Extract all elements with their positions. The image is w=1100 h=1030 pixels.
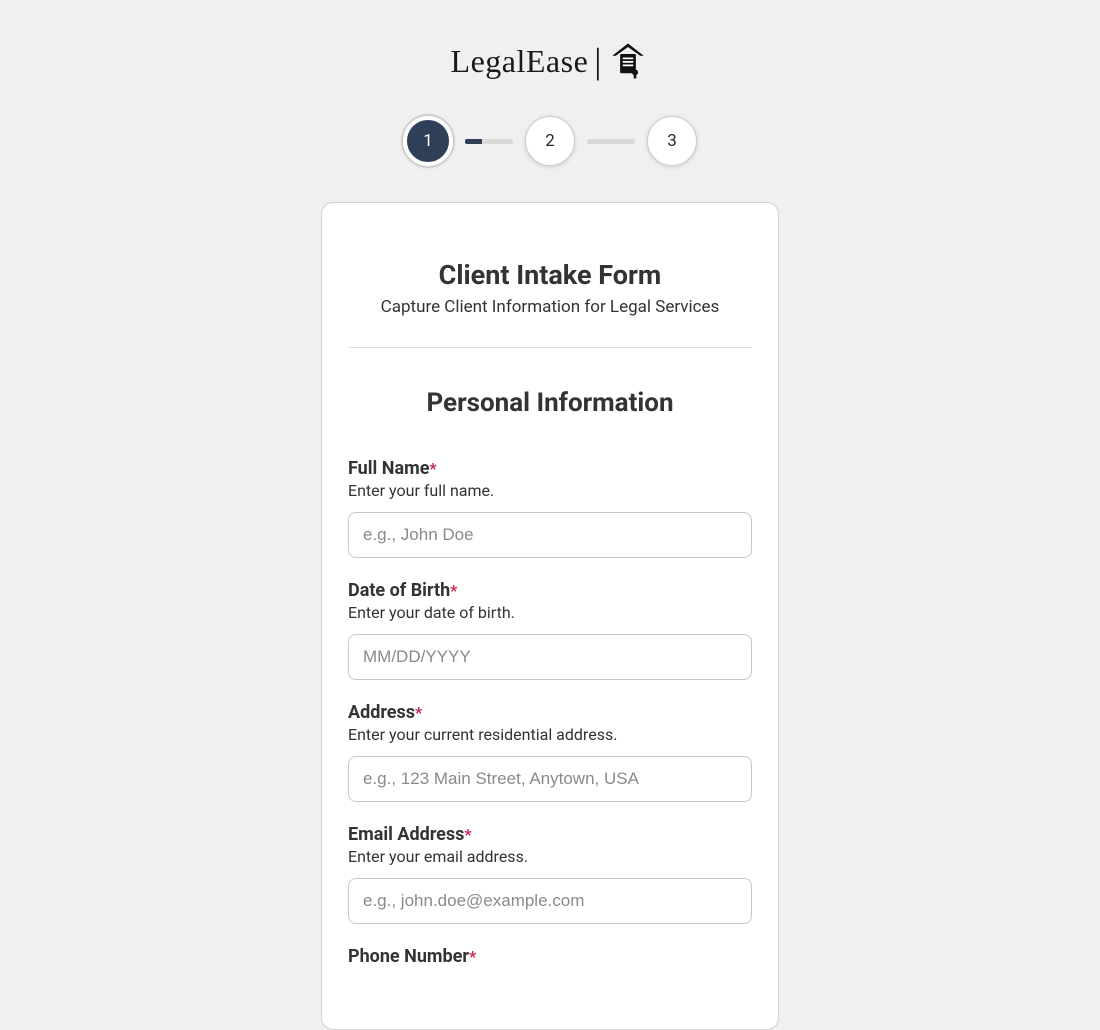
step-connector-1-fill bbox=[465, 139, 482, 144]
address-input[interactable] bbox=[348, 756, 752, 802]
required-marker: * bbox=[429, 459, 436, 478]
step-connector-1 bbox=[465, 139, 513, 144]
step-1[interactable]: 1 bbox=[403, 116, 453, 166]
step-2-label: 2 bbox=[545, 131, 555, 151]
field-full-name: Full Name* Enter your full name. bbox=[348, 458, 752, 558]
field-phone: Phone Number* bbox=[348, 946, 752, 967]
brand-divider: | bbox=[594, 43, 601, 79]
email-label: Email Address bbox=[348, 824, 464, 845]
step-connector-2 bbox=[587, 139, 635, 144]
full-name-desc: Enter your full name. bbox=[348, 481, 752, 500]
required-marker: * bbox=[464, 825, 471, 844]
step-3[interactable]: 3 bbox=[647, 116, 697, 166]
required-marker: * bbox=[469, 947, 476, 966]
brand-logo: LegalEase | bbox=[451, 40, 650, 82]
step-1-label: 1 bbox=[423, 131, 433, 151]
full-name-label: Full Name bbox=[348, 458, 429, 479]
step-2[interactable]: 2 bbox=[525, 116, 575, 166]
form-stepper: 1 2 3 bbox=[403, 116, 697, 166]
email-desc: Enter your email address. bbox=[348, 847, 752, 866]
phone-label: Phone Number bbox=[348, 946, 469, 967]
divider bbox=[348, 347, 752, 348]
form-subtitle: Capture Client Information for Legal Ser… bbox=[348, 297, 752, 317]
brand-name: LegalEase bbox=[451, 43, 589, 80]
dob-input[interactable] bbox=[348, 634, 752, 680]
required-marker: * bbox=[450, 581, 457, 600]
email-input[interactable] bbox=[348, 878, 752, 924]
section-title: Personal Information bbox=[348, 388, 752, 418]
step-3-label: 3 bbox=[667, 131, 677, 151]
house-document-icon bbox=[607, 40, 649, 82]
field-email: Email Address* Enter your email address. bbox=[348, 824, 752, 924]
full-name-input[interactable] bbox=[348, 512, 752, 558]
intake-form-card: Client Intake Form Capture Client Inform… bbox=[321, 202, 779, 1030]
address-label: Address bbox=[348, 702, 415, 723]
field-address: Address* Enter your current residential … bbox=[348, 702, 752, 802]
dob-desc: Enter your date of birth. bbox=[348, 603, 752, 622]
required-marker: * bbox=[415, 703, 422, 722]
field-dob: Date of Birth* Enter your date of birth. bbox=[348, 580, 752, 680]
form-title: Client Intake Form bbox=[348, 259, 752, 291]
address-desc: Enter your current residential address. bbox=[348, 725, 752, 744]
dob-label: Date of Birth bbox=[348, 580, 450, 601]
